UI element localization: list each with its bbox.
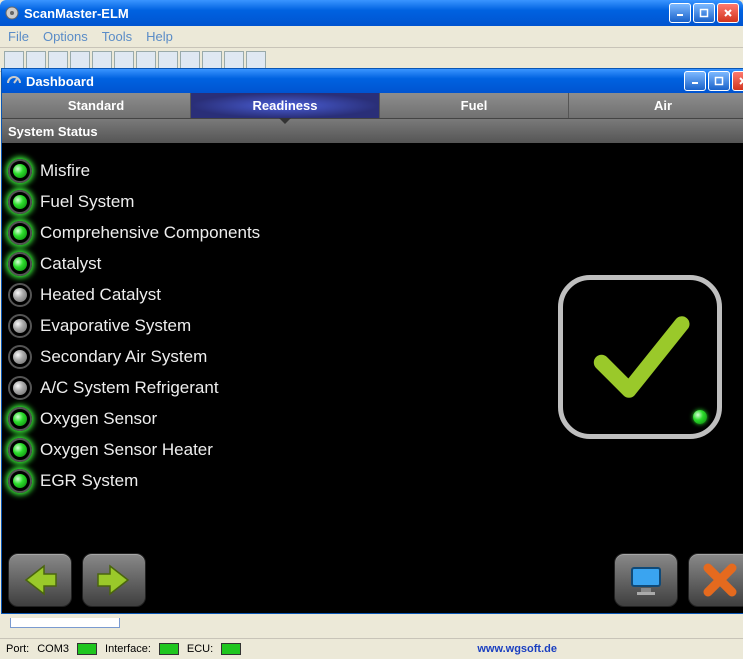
toolbar-icon[interactable] [202,51,222,69]
led-grey-icon [8,314,32,338]
inner-maximize-button[interactable] [708,71,730,91]
outer-titlebar[interactable]: ScanMaster-ELM [0,0,743,26]
led-grey-icon [8,376,32,400]
status-list: Misfire Fuel System Comprehensive Componen… [8,159,260,493]
tab-air[interactable]: Air [569,93,743,118]
close-icon [700,560,740,600]
status-item-label: Heated Catalyst [40,285,161,305]
interface-status-icon [159,643,179,655]
status-item-label: Comprehensive Components [40,223,260,243]
prev-button[interactable] [8,553,72,607]
status-item-label: Catalyst [40,254,101,274]
led-grey-icon [8,283,32,307]
status-item: A/C System Refrigerant [8,376,260,400]
minimize-button[interactable] [669,3,691,23]
toolbar-icon[interactable] [158,51,178,69]
status-bar: Port: COM3 Interface: ECU: www.wgsoft.de [0,638,743,658]
arrow-right-icon [94,560,134,600]
toolbar-icon[interactable] [4,51,24,69]
led-green-icon [8,438,32,462]
toolbar-icon[interactable] [246,51,266,69]
inner-window-title: Dashboard [26,74,684,89]
display-mode-button[interactable] [614,553,678,607]
outer-window-title: ScanMaster-ELM [24,6,669,21]
toolbar-icon[interactable] [114,51,134,69]
menu-tools[interactable]: Tools [102,29,132,44]
next-button[interactable] [82,553,146,607]
status-item: Fuel System [8,190,260,214]
toolbar-icon[interactable] [180,51,200,69]
monitor-icon [626,560,666,600]
led-green-icon [8,159,32,183]
close-button[interactable] [717,3,739,23]
status-item-label: Oxygen Sensor Heater [40,440,213,460]
status-item: Evaporative System [8,314,260,338]
status-item: Secondary Air System [8,345,260,369]
status-item: Comprehensive Components [8,221,260,245]
port-value: COM3 [37,643,69,655]
menu-options[interactable]: Options [43,29,88,44]
port-status-icon [77,643,97,655]
status-item: Misfire [8,159,260,183]
status-dot-icon [693,410,707,424]
menu-help[interactable]: Help [146,29,173,44]
tab-fuel[interactable]: Fuel [380,93,569,118]
status-item: Catalyst [8,252,260,276]
led-green-icon [8,469,32,493]
led-green-icon [8,407,32,431]
menubar: File Options Tools Help [0,26,743,48]
content-area: Misfire Fuel System Comprehensive Componen… [2,143,743,613]
toolbar-icon[interactable] [48,51,68,69]
status-item-label: Secondary Air System [40,347,207,367]
led-green-icon [8,190,32,214]
status-item-label: Oxygen Sensor [40,409,157,429]
toolbar-icon[interactable] [70,51,90,69]
status-item-label: Evaporative System [40,316,191,336]
dashboard-window: Dashboard Standard Readiness Fuel Air Sy… [1,68,743,614]
checkmark-icon [585,302,695,412]
interface-label: Interface: [105,643,151,655]
port-label: Port: [6,643,29,655]
arrow-left-icon [20,560,60,600]
status-item: Heated Catalyst [8,283,260,307]
readiness-check-indicator [558,275,722,439]
status-item: Oxygen Sensor [8,407,260,431]
toolbar-icon[interactable] [224,51,244,69]
tab-row: Standard Readiness Fuel Air [2,93,743,119]
status-item-label: A/C System Refrigerant [40,378,219,398]
toolbar-icon[interactable] [136,51,156,69]
app-icon [4,5,20,21]
vendor-link[interactable]: www.wgsoft.de [477,643,557,655]
led-green-icon [8,252,32,276]
tab-standard[interactable]: Standard [2,93,191,118]
inner-minimize-button[interactable] [684,71,706,91]
ecu-status-icon [221,643,241,655]
inner-close-button[interactable] [732,71,743,91]
tab-readiness[interactable]: Readiness [191,93,380,118]
toolbar-icon[interactable] [26,51,46,69]
dashboard-icon [6,73,22,89]
status-item-label: EGR System [40,471,138,491]
cancel-button[interactable] [688,553,743,607]
led-green-icon [8,221,32,245]
toolbar-icon[interactable] [92,51,112,69]
menu-file[interactable]: File [8,29,29,44]
status-item: Oxygen Sensor Heater [8,438,260,462]
status-item: EGR System [8,469,260,493]
panel-stub [10,618,120,628]
status-item-label: Fuel System [40,192,134,212]
ecu-label: ECU: [187,643,213,655]
maximize-button[interactable] [693,3,715,23]
inner-titlebar[interactable]: Dashboard [2,69,743,93]
status-item-label: Misfire [40,161,90,181]
led-grey-icon [8,345,32,369]
section-header: System Status [2,119,743,143]
